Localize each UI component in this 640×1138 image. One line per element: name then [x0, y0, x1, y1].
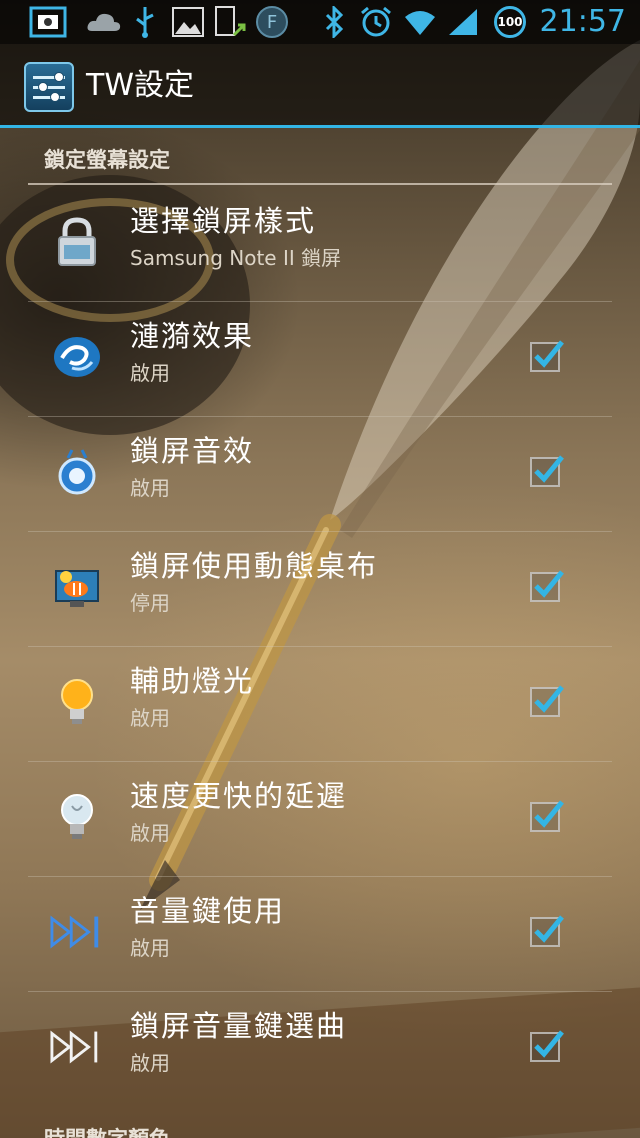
signal-icon [446, 4, 480, 40]
setting-checkbox[interactable] [530, 800, 564, 832]
check-icon [534, 1030, 564, 1058]
setting-checkbox[interactable] [530, 570, 564, 602]
check-icon [534, 685, 564, 713]
setting-summary: 啟用 [130, 476, 170, 500]
setting-title: 鎖屏音量鍵選曲 [130, 1009, 348, 1043]
usb-icon [130, 4, 160, 40]
setting-checkbox[interactable] [530, 1030, 564, 1062]
bluetooth-icon [320, 4, 348, 40]
status-time: 21:57 [539, 4, 626, 39]
settings-sliders-icon[interactable] [24, 62, 74, 112]
check-icon [534, 800, 564, 828]
screenshot-icon [28, 4, 68, 40]
app-update-icon [212, 4, 248, 40]
check-icon [534, 915, 564, 943]
check-icon [534, 455, 564, 483]
setting-title: 鎖屏音效 [130, 434, 255, 468]
setting-title: 鎖屏使用動態桌布 [130, 549, 379, 583]
setting-summary: 啟用 [130, 706, 170, 730]
section-divider [28, 183, 612, 185]
setting-summary: 啟用 [130, 936, 170, 960]
setting-checkbox[interactable] [530, 915, 564, 947]
setting-checkbox[interactable] [530, 340, 564, 372]
section-header: 鎖定螢幕設定 [44, 148, 170, 172]
light-bulb-icon [50, 675, 104, 729]
skip-next-icon [50, 1020, 104, 1074]
setting-ripple-effect[interactable]: 漣漪效果 啟用 [28, 302, 612, 417]
setting-faster-delay[interactable]: 速度更快的延遲 啟用 [28, 762, 612, 877]
setting-title: 速度更快的延遲 [130, 779, 348, 813]
sound-icon [50, 445, 104, 499]
setting-volume-key[interactable]: 音量鍵使用 啟用 [28, 877, 612, 992]
setting-title: 漣漪效果 [130, 319, 255, 353]
setting-title: 選擇鎖屏樣式 [130, 204, 317, 238]
ripple-icon [50, 330, 104, 384]
check-icon [534, 570, 564, 598]
setting-live-wallpaper[interactable]: 鎖屏使用動態桌布 停用 [28, 532, 612, 647]
live-wallpaper-icon [50, 560, 104, 614]
setting-summary: Samsung Note II 鎖屏 [130, 246, 342, 270]
fast-forward-icon [50, 905, 104, 959]
wifi-icon [402, 4, 438, 40]
status-bar: F 100 21:57 [0, 0, 640, 44]
setting-summary: 停用 [130, 591, 170, 615]
bulb-off-icon [50, 790, 104, 844]
setting-title: 音量鍵使用 [130, 894, 286, 928]
setting-lock-sound[interactable]: 鎖屏音效 啟用 [28, 417, 612, 532]
setting-checkbox[interactable] [530, 685, 564, 717]
f-app-icon: F [256, 6, 288, 38]
screen: F 100 21:57 TW設定 鎖定螢幕設定 選擇鎖屏樣式 Samsung N… [0, 0, 640, 1138]
app-title: TW設定 [86, 68, 194, 103]
cloud-icon [84, 4, 124, 40]
setting-assist-light[interactable]: 輔助燈光 啟用 [28, 647, 612, 762]
battery-icon: 100 [494, 6, 526, 38]
alarm-icon [358, 4, 394, 40]
setting-volume-key-track[interactable]: 鎖屏音量鍵選曲 啟用 [28, 992, 612, 1107]
setting-lock-style[interactable]: 選擇鎖屏樣式 Samsung Note II 鎖屏 [28, 187, 612, 302]
next-section-header: 時間數字顏色 [44, 1124, 170, 1138]
image-icon [170, 4, 206, 40]
lock-icon [50, 215, 104, 269]
action-bar: TW設定 [0, 44, 640, 128]
setting-summary: 啟用 [130, 1051, 170, 1075]
check-icon [534, 340, 564, 368]
setting-checkbox[interactable] [530, 455, 564, 487]
setting-summary: 啟用 [130, 821, 170, 845]
setting-summary: 啟用 [130, 361, 170, 385]
setting-title: 輔助燈光 [130, 664, 255, 698]
